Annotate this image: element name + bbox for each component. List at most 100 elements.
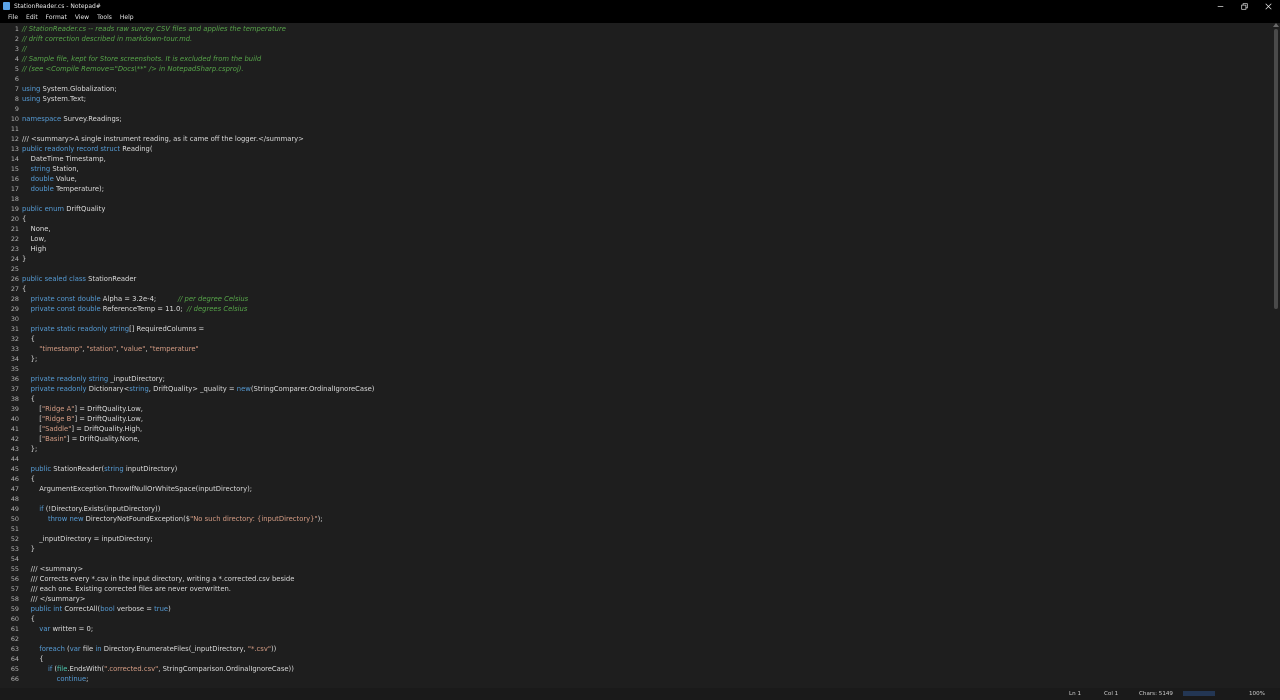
window-controls bbox=[1208, 0, 1280, 12]
code-line: ["Ridge A"] = DriftQuality.Low, bbox=[22, 404, 143, 414]
line-number: 11 bbox=[10, 125, 19, 133]
code-token: Low, bbox=[22, 235, 47, 243]
code-line: High bbox=[22, 244, 47, 254]
line-number: 59 bbox=[10, 605, 19, 613]
code-token: readonly bbox=[77, 325, 108, 333]
code-token: new bbox=[236, 385, 251, 393]
code-line: /// Corrects every *.csv in the input di… bbox=[22, 574, 295, 584]
code-token: file bbox=[80, 645, 96, 653]
status-encoding[interactable] bbox=[1183, 691, 1215, 696]
code-line: continue; bbox=[22, 674, 89, 684]
line-number: 27 bbox=[10, 285, 19, 293]
menu-tools[interactable]: Tools bbox=[93, 12, 116, 23]
code-token: Directory.EnumerateFiles(_inputDirectory… bbox=[101, 645, 248, 653]
code-line: { bbox=[22, 334, 35, 344]
code-token: } bbox=[22, 255, 27, 263]
code-token: /// <summary>A single instrument reading… bbox=[22, 135, 304, 143]
code-token: readonly bbox=[44, 145, 75, 153]
line-number: 34 bbox=[10, 355, 19, 363]
line-number: 25 bbox=[10, 265, 19, 273]
code-token: DriftQuality bbox=[64, 205, 106, 213]
code-token: _inputDirectory; bbox=[108, 375, 165, 383]
menu-help[interactable]: Help bbox=[116, 12, 138, 23]
menu-file[interactable]: File bbox=[0, 12, 22, 23]
code-token: new bbox=[69, 515, 84, 523]
line-number: 56 bbox=[10, 575, 19, 583]
status-zoom[interactable]: 100% bbox=[1249, 688, 1265, 700]
code-token: [ bbox=[22, 435, 42, 443]
code-token: { bbox=[22, 395, 35, 403]
code-token: true bbox=[154, 605, 169, 613]
code-line: { bbox=[22, 214, 26, 224]
line-number: 24 bbox=[10, 255, 19, 263]
code-line: foreach (var file in Directory.Enumerate… bbox=[22, 644, 276, 654]
title-bar: StationReader.cs - Notepad# bbox=[0, 0, 1280, 12]
code-token: [ bbox=[22, 425, 42, 433]
line-number: 18 bbox=[10, 195, 19, 203]
line-number: 14 bbox=[10, 155, 19, 163]
scroll-up-arrow-icon[interactable] bbox=[1273, 23, 1279, 27]
code-token: { bbox=[22, 285, 27, 293]
menu-edit[interactable]: Edit bbox=[22, 12, 42, 23]
menu-view[interactable]: View bbox=[71, 12, 93, 23]
line-number: 64 bbox=[10, 655, 19, 663]
code-line: "timestamp", "station", "value", "temper… bbox=[22, 344, 198, 354]
code-token: ] = DriftQuality.Low, bbox=[74, 405, 143, 413]
code-token: ; bbox=[86, 675, 89, 683]
code-line: var written = 0; bbox=[22, 624, 93, 634]
code-token: { bbox=[22, 615, 35, 623]
vertical-scrollbar-thumb[interactable] bbox=[1274, 29, 1278, 309]
code-line: /// each one. Existing corrected files a… bbox=[22, 584, 231, 594]
code-token: double bbox=[77, 295, 101, 303]
close-button[interactable] bbox=[1256, 0, 1280, 12]
line-number: 62 bbox=[10, 635, 19, 643]
code-token: file bbox=[57, 665, 68, 673]
code-line: { bbox=[22, 284, 26, 294]
code-token: )) bbox=[271, 645, 277, 653]
code-line: public readonly record struct Reading( bbox=[22, 144, 153, 154]
code-line: { bbox=[22, 614, 35, 624]
line-number: 43 bbox=[10, 445, 19, 453]
code-token: // (see <Compile Remove="Docs\**" /> in … bbox=[22, 65, 244, 73]
code-token: , DriftQuality> _quality = bbox=[148, 385, 237, 393]
line-number: 46 bbox=[10, 475, 19, 483]
line-number: 40 bbox=[10, 415, 19, 423]
code-token: private bbox=[30, 385, 55, 393]
code-text-area[interactable]: // StationReader.cs -- reads raw survey … bbox=[22, 23, 1267, 688]
line-number: 2 bbox=[14, 35, 19, 43]
code-editor[interactable]: 1 2 3 4 5 6 7 8 9 10 11 12 13 14 15 16 17 18 19 20 21 22 23 24 2… bbox=[0, 23, 1280, 688]
code-token: /// each one. Existing corrected files a… bbox=[22, 585, 231, 593]
line-number: 39 bbox=[10, 405, 19, 413]
code-token: "station" bbox=[86, 345, 117, 353]
code-token: public bbox=[22, 205, 43, 213]
minimize-button[interactable] bbox=[1208, 0, 1232, 12]
line-number: 58 bbox=[10, 595, 19, 603]
code-token: { bbox=[22, 475, 35, 483]
code-token: "No such directory: {inputDirectory}" bbox=[190, 515, 318, 523]
vertical-scrollbar[interactable] bbox=[1271, 23, 1280, 688]
line-number: 53 bbox=[10, 545, 19, 553]
code-token: struct bbox=[100, 145, 121, 153]
code-line: private static readonly string[] Require… bbox=[22, 324, 205, 334]
minimize-icon bbox=[1217, 5, 1223, 7]
menu-format[interactable]: Format bbox=[42, 12, 71, 23]
code-token: // drift correction described in markdow… bbox=[22, 35, 193, 43]
code-token: ] = DriftQuality.Low, bbox=[74, 415, 143, 423]
code-token: "Basin" bbox=[41, 435, 67, 443]
code-token: /// <summary> bbox=[22, 565, 84, 573]
code-line: /// </summary> bbox=[22, 594, 86, 604]
line-number: 63 bbox=[10, 645, 19, 653]
line-number: 15 bbox=[10, 165, 19, 173]
line-number: 26 bbox=[10, 275, 19, 283]
code-line: { bbox=[22, 654, 43, 664]
code-token: [] RequiredColumns = bbox=[129, 325, 205, 333]
restore-button[interactable] bbox=[1232, 0, 1256, 12]
code-token: record bbox=[76, 145, 99, 153]
